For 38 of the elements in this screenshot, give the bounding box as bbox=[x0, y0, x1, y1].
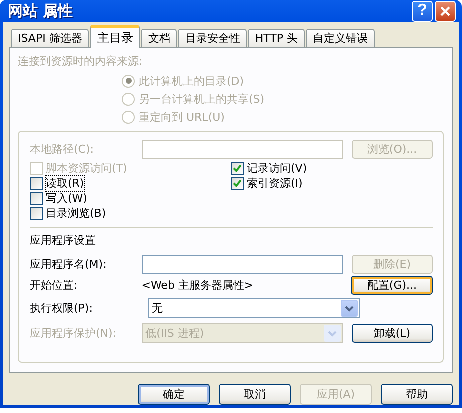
radio-label: 另一台计算机上的共享(S) bbox=[139, 92, 265, 106]
configure-button[interactable]: 配置(G)... bbox=[351, 276, 433, 295]
help-button[interactable]: ? bbox=[412, 0, 433, 22]
close-button[interactable] bbox=[435, 0, 456, 22]
radio-label: 此计算机上的目录(D) bbox=[139, 74, 244, 88]
section-label: 连接到资源时的内容来源: bbox=[18, 54, 144, 69]
field-label: 应用程序名(M): bbox=[30, 257, 108, 272]
value-text: <Web 主服务器属性> bbox=[142, 278, 255, 293]
checkbox-label: 索引资源(I) bbox=[247, 176, 303, 191]
tab[interactable]: ISAPI 筛选器 bbox=[11, 29, 90, 47]
checkbox-label: 读取(R) bbox=[46, 176, 84, 191]
dialog-button[interactable]: 确定 bbox=[138, 384, 210, 405]
checkbox[interactable] bbox=[30, 207, 43, 220]
checkbox-label: 脚本资源访问(T) bbox=[46, 161, 128, 176]
field-label: 执行权限(P): bbox=[30, 300, 94, 316]
field-label: 应用程序保护(N): bbox=[30, 326, 118, 340]
checkbox-label: 记录访问(V) bbox=[247, 161, 308, 176]
dialog-button[interactable]: 取消 bbox=[219, 384, 291, 405]
field-label: 本地路径(C): bbox=[30, 142, 95, 157]
checkbox[interactable] bbox=[30, 177, 43, 190]
dialog-button[interactable]: 帮助 bbox=[381, 384, 453, 405]
checkbox[interactable] bbox=[231, 177, 244, 190]
section-heading: 应用程序设置 bbox=[30, 233, 97, 249]
field-label: 开始位置: bbox=[30, 278, 79, 293]
input-field[interactable] bbox=[142, 255, 343, 274]
dropdown[interactable]: 无 bbox=[148, 298, 360, 318]
tab[interactable]: HTTP 头 bbox=[248, 29, 305, 47]
checkbox-label: 写入(W) bbox=[46, 191, 88, 206]
radio-label: 重定向到 URL(U) bbox=[139, 110, 225, 124]
checkbox[interactable] bbox=[231, 162, 244, 175]
close-icon bbox=[440, 6, 451, 16]
window-title: 网站 属性 bbox=[8, 2, 74, 20]
tab[interactable]: 主目录 bbox=[90, 25, 140, 48]
tab[interactable]: 目录安全性 bbox=[178, 29, 248, 47]
checkbox[interactable] bbox=[30, 192, 43, 205]
tab[interactable]: 自定义错误 bbox=[306, 29, 375, 47]
checkbox-label: 目录浏览(B) bbox=[46, 206, 106, 221]
tab[interactable]: 文档 bbox=[141, 29, 178, 47]
